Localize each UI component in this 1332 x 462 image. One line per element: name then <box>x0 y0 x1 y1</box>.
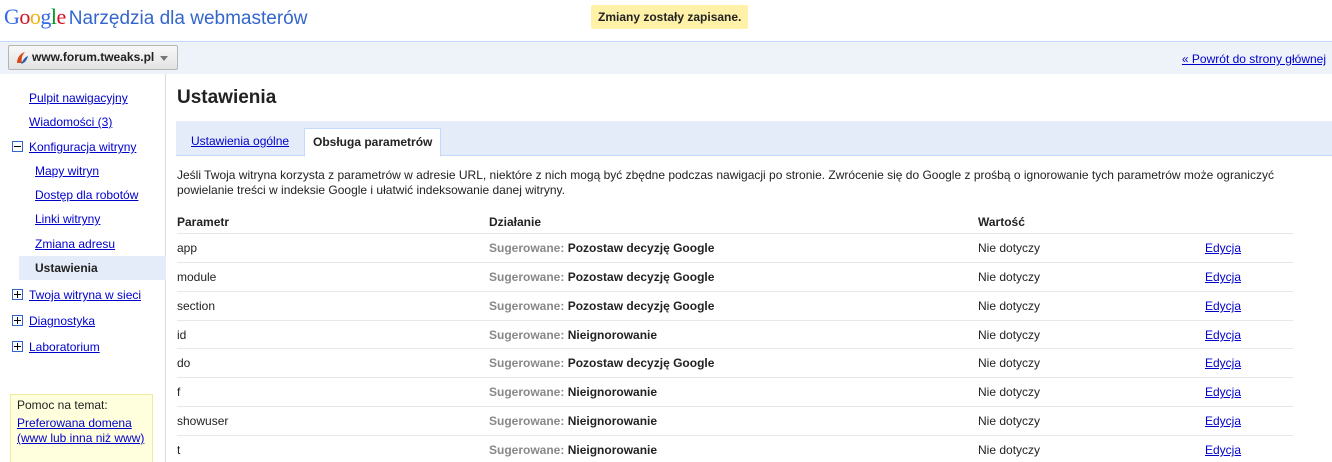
parameter-name: section <box>177 299 216 313</box>
tab-parameter-handling[interactable]: Obsługa parametrów <box>304 128 442 157</box>
column-header-parameter: Parametr <box>177 215 230 229</box>
sidebar-item-site-config[interactable]: Konfiguracja witryny <box>29 140 136 154</box>
action-cell: Sugerowane: Nieignorowanie <box>489 385 657 399</box>
value-cell: Nie dotyczy <box>978 443 1041 457</box>
sidebar-item-sitemaps[interactable]: Mapy witryn <box>35 164 99 178</box>
value-cell: Nie dotyczy <box>978 241 1041 255</box>
help-box: Pomoc na temat: Preferowana domena (www … <box>10 394 153 462</box>
edit-link[interactable]: Edycja <box>1205 414 1241 428</box>
value-cell: Nie dotyczy <box>978 299 1041 313</box>
action-value: Nieignorowanie <box>567 414 658 428</box>
help-title: Pomoc na temat: <box>17 398 108 412</box>
column-header-value: Wartość <box>978 215 1025 229</box>
value-cell: Nie dotyczy <box>978 414 1041 428</box>
table-row: id Sugerowane: Nieignorowanie Nie dotycz… <box>177 320 1293 348</box>
page-title: Ustawienia <box>177 87 277 108</box>
edit-link[interactable]: Edycja <box>1205 356 1241 370</box>
sidebar-item-messages[interactable]: Wiadomości (3) <box>29 115 112 129</box>
sidebar-item-diagnostics[interactable]: Diagnostyka <box>29 314 95 328</box>
site-favicon-icon <box>17 52 28 64</box>
sidebar-item-crawler-access[interactable]: Dostęp dla robotów <box>35 188 138 202</box>
tab-bar: Ustawienia ogólne Obsługa parametrów <box>176 121 1332 157</box>
action-value: Pozostaw decyzję Google <box>567 356 715 370</box>
sidebar-item-labs[interactable]: Laboratorium <box>29 340 100 354</box>
edit-link[interactable]: Edycja <box>1205 241 1241 255</box>
header: Google Narzędzia dla webmasterów Zmiany z… <box>0 0 1332 40</box>
action-label: Sugerowane: <box>489 385 565 399</box>
help-link-preferred-domain[interactable]: Preferowana domena (www lub inna niż www… <box>17 416 144 445</box>
action-cell: Sugerowane: Pozostaw decyzję Google <box>489 299 714 313</box>
parameter-name: app <box>177 241 198 255</box>
table-row: f Sugerowane: Nieignorowanie Nie dotyczy… <box>177 377 1293 405</box>
expand-plus-icon[interactable] <box>12 315 23 326</box>
expand-plus-icon[interactable] <box>12 341 23 352</box>
parameter-name: module <box>177 270 217 284</box>
action-cell: Sugerowane: Pozostaw decyzję Google <box>489 356 714 370</box>
edit-link[interactable]: Edycja <box>1205 270 1241 284</box>
expand-plus-icon[interactable] <box>12 289 23 300</box>
table-row: showuser Sugerowane: Nieignorowanie Nie … <box>177 406 1293 434</box>
sidebar-item-settings[interactable]: Ustawienia <box>19 256 166 280</box>
sidebar-item-change-address[interactable]: Zmiana adresu <box>35 237 115 251</box>
action-label: Sugerowane: <box>489 443 565 457</box>
parameter-name: showuser <box>177 414 229 428</box>
edit-link[interactable]: Edycja <box>1205 328 1241 342</box>
site-bar: www.forum.tweaks.pl « Powrót do strony g… <box>0 41 1332 74</box>
action-value: Nieignorowanie <box>567 443 658 457</box>
edit-link[interactable]: Edycja <box>1205 385 1241 399</box>
value-cell: Nie dotyczy <box>978 356 1041 370</box>
action-label: Sugerowane: <box>489 299 565 313</box>
column-header-action: Działanie <box>489 215 542 229</box>
table-row: module Sugerowane: Pozostaw decyzję Goog… <box>177 262 1293 290</box>
saved-notification: Zmiany zostały zapisane. <box>591 5 749 29</box>
value-cell: Nie dotyczy <box>978 385 1041 399</box>
sidebar-item-your-site-web[interactable]: Twoja witryna w sieci <box>29 288 141 302</box>
action-cell: Sugerowane: Pozostaw decyzję Google <box>489 270 714 284</box>
value-cell: Nie dotyczy <box>978 270 1041 284</box>
table-row: app Sugerowane: Pozostaw decyzję Google … <box>177 233 1293 261</box>
action-label: Sugerowane: <box>489 414 565 428</box>
action-value: Pozostaw decyzję Google <box>567 299 715 313</box>
table-row: section Sugerowane: Pozostaw decyzję Goo… <box>177 291 1293 319</box>
action-label: Sugerowane: <box>489 328 565 342</box>
collapse-minus-icon[interactable] <box>12 141 23 152</box>
action-cell: Sugerowane: Nieignorowanie <box>489 328 657 342</box>
action-value: Pozostaw decyzję Google <box>567 270 715 284</box>
edit-link[interactable]: Edycja <box>1205 299 1241 313</box>
google-webmaster-tools-logo[interactable]: Google Narzędzia dla webmasterów <box>4 4 307 30</box>
table-row: t Sugerowane: Nieignorowanie Nie dotyczy… <box>177 435 1293 462</box>
action-value: Nieignorowanie <box>567 328 658 342</box>
table-row: do Sugerowane: Pozostaw decyzję Google N… <box>177 348 1293 376</box>
site-selector[interactable]: www.forum.tweaks.pl <box>8 45 178 70</box>
action-value: Pozostaw decyzję Google <box>567 241 715 255</box>
parameter-name: id <box>177 328 187 342</box>
action-value: Nieignorowanie <box>567 385 658 399</box>
action-label: Sugerowane: <box>489 241 565 255</box>
action-cell: Sugerowane: Pozostaw decyzję Google <box>489 241 714 255</box>
action-cell: Sugerowane: Nieignorowanie <box>489 443 657 457</box>
parameter-name: f <box>177 385 181 399</box>
description-text: Jeśli Twoja witryna korzysta z parametró… <box>177 168 1274 197</box>
edit-link[interactable]: Edycja <box>1205 443 1241 457</box>
sidebar-item-dashboard[interactable]: Pulpit nawigacyjny <box>29 91 128 105</box>
main-content: Ustawienia Ustawienia ogólne Obsługa par… <box>176 74 1332 462</box>
action-label: Sugerowane: <box>489 356 565 370</box>
back-to-home-link[interactable]: « Powrót do strony głównej <box>1182 52 1326 66</box>
value-cell: Nie dotyczy <box>978 328 1041 342</box>
parameter-name: do <box>177 356 191 370</box>
sidebar-item-sitelinks[interactable]: Linki witryny <box>35 212 100 226</box>
parameter-name: t <box>177 443 181 457</box>
action-cell: Sugerowane: Nieignorowanie <box>489 414 657 428</box>
tab-general-settings[interactable]: Ustawienia ogólne <box>183 128 297 157</box>
chevron-down-icon <box>160 56 168 61</box>
product-name: Narzędzia dla webmasterów <box>68 8 308 29</box>
action-label: Sugerowane: <box>489 270 565 284</box>
site-name: www.forum.tweaks.pl <box>32 50 155 64</box>
google-logo: Google <box>4 4 66 29</box>
